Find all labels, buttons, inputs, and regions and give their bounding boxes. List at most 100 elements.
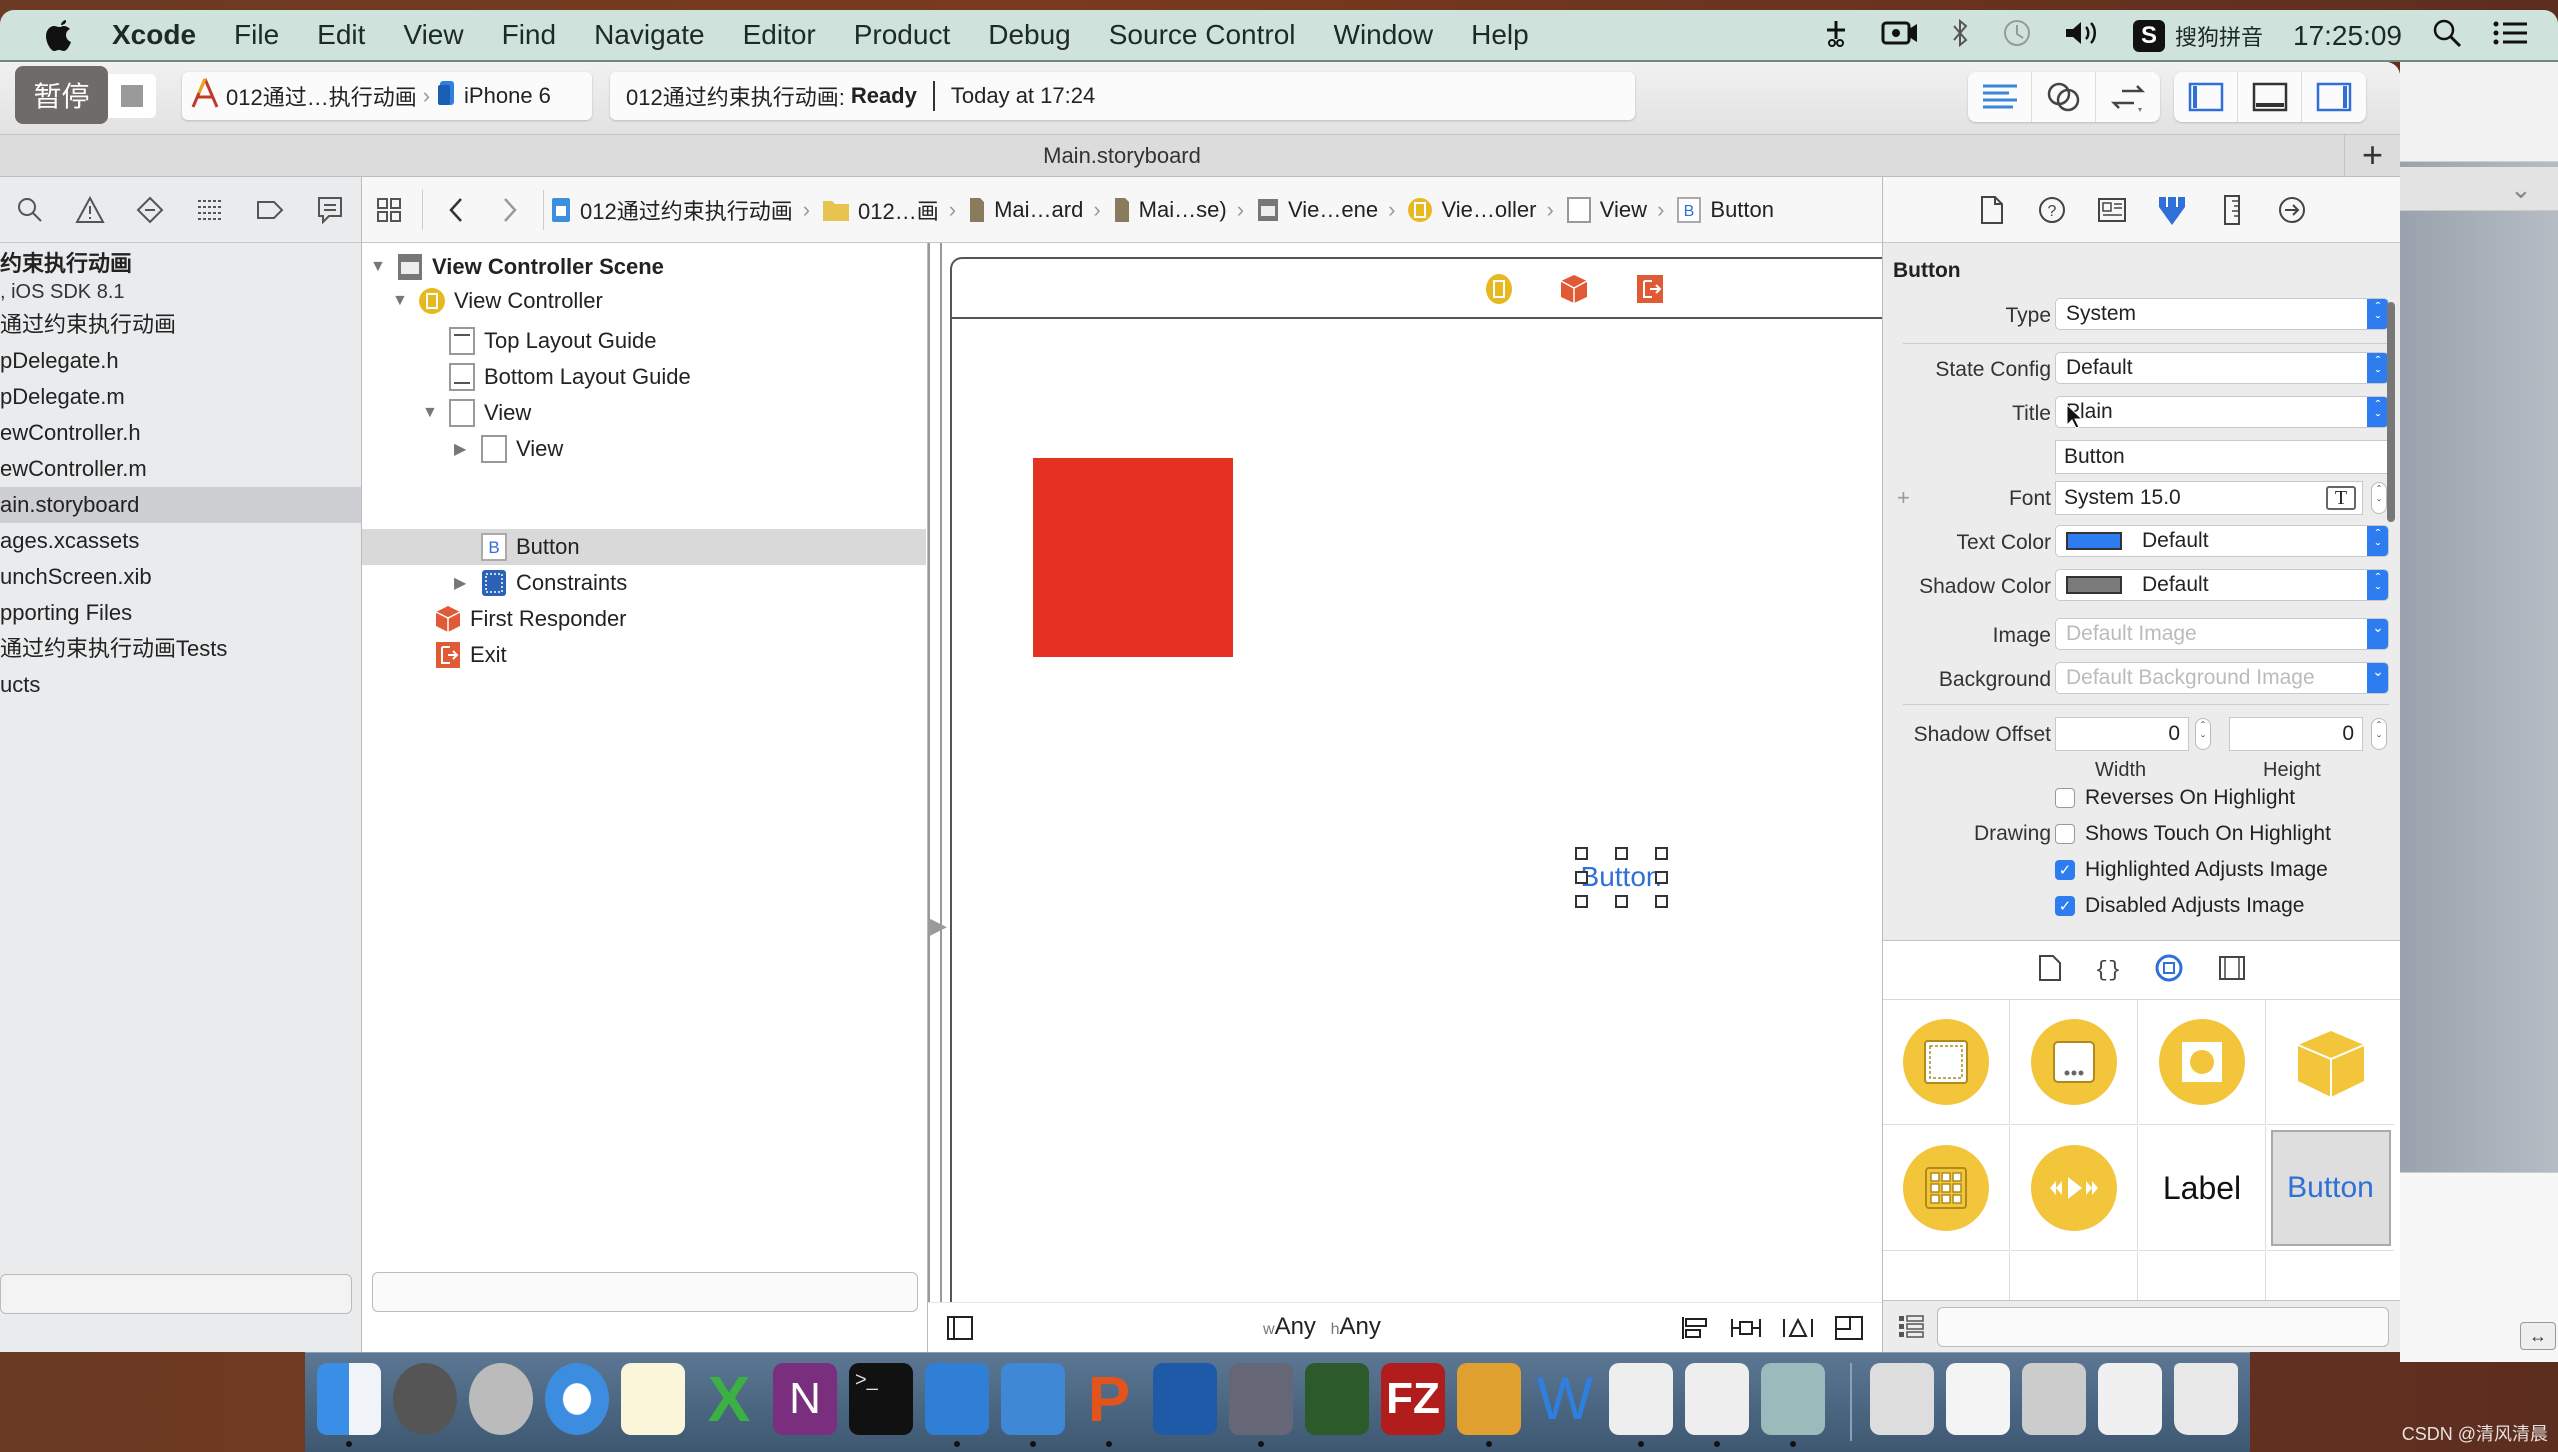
file-item-viewcontroller-m[interactable]: ewController.m <box>0 451 361 487</box>
file-item-project[interactable]: 约束执行动画 <box>0 249 361 279</box>
dock-system-preferences-icon[interactable] <box>393 1363 457 1435</box>
view-controller-scene[interactable]: Button <box>950 257 1890 1352</box>
shadow-offset-height-field[interactable]: 0 <box>2229 717 2363 751</box>
breadcrumb-group[interactable]: 012…画 <box>822 194 939 226</box>
media-library-icon[interactable] <box>2218 955 2246 986</box>
resizing-behavior-icon[interactable] <box>1834 1315 1864 1346</box>
dock-filezilla-icon[interactable]: FZ <box>1381 1363 1445 1435</box>
outline-row-constraints[interactable]: ▶ Constraints <box>454 565 627 601</box>
breadcrumb-scene[interactable]: Vie…ene <box>1256 197 1378 223</box>
exit-icon[interactable] <box>1635 273 1665 305</box>
resize-handle[interactable] <box>1655 895 1668 908</box>
resize-handle[interactable] <box>1575 895 1588 908</box>
file-item-viewcontroller-h[interactable]: ewController.h <box>0 415 361 451</box>
tab-main-storyboard[interactable]: Main.storyboard <box>0 135 2244 177</box>
identity-inspector-icon[interactable] <box>2093 197 2131 223</box>
dock-app-store-doc-icon[interactable] <box>1609 1363 1673 1435</box>
resolve-issues-icon[interactable] <box>1782 1315 1814 1346</box>
warning-icon[interactable] <box>60 195 120 224</box>
list-view-toggle-icon[interactable] <box>1897 1313 1925 1344</box>
file-item-appdelegate-h[interactable]: pDelegate.h <box>0 343 361 379</box>
title-text-field[interactable]: Button <box>2055 440 2389 474</box>
related-items-icon[interactable] <box>362 197 416 223</box>
stop-button[interactable] <box>108 74 156 118</box>
forward-button[interactable] <box>483 196 537 224</box>
scheme-selector[interactable]: 012通过…执行动画 › iPhone 6 <box>182 72 592 120</box>
library-item-storyboard-reference[interactable] <box>2011 1000 2138 1125</box>
outline-row-top-layout-guide[interactable]: Top Layout Guide <box>448 323 656 359</box>
dock-xcode-doc-icon[interactable] <box>1685 1363 1749 1435</box>
debug-list-icon[interactable] <box>180 198 240 222</box>
shadow-offset-height-stepper[interactable]: ˆˇ <box>2371 718 2387 750</box>
standard-editor-button[interactable] <box>1968 72 2032 122</box>
font-size-stepper[interactable]: ˆˇ <box>2371 482 2387 514</box>
notification-center-icon[interactable] <box>2492 19 2528 54</box>
checkbox-icon[interactable] <box>2055 788 2075 808</box>
breadcrumb-storyboard-base[interactable]: Mai…se) <box>1113 196 1227 224</box>
input-method-menu[interactable]: S 搜狗拼音 <box>2132 20 2263 52</box>
menu-view[interactable]: View <box>403 19 463 51</box>
file-template-library-icon[interactable] <box>2038 954 2062 987</box>
outline-row-button[interactable]: B Button <box>480 529 580 565</box>
red-view[interactable] <box>1033 458 1233 657</box>
outline-row-view-controller[interactable]: ▼ View Controller <box>392 283 603 319</box>
breakpoint-icon[interactable] <box>240 200 300 220</box>
dock-screenshot-tool-icon[interactable] <box>1153 1363 1217 1435</box>
font-field[interactable]: System 15.0 T <box>2055 481 2363 515</box>
breadcrumb-project[interactable]: 012通过约束执行动画 <box>550 194 793 226</box>
back-button[interactable] <box>429 196 483 224</box>
resize-handle[interactable] <box>1575 847 1588 860</box>
dock-launchpad-icon[interactable] <box>469 1363 533 1435</box>
inspector-scrollbar[interactable] <box>2387 302 2395 522</box>
library-item-collection-view-controller[interactable] <box>1883 1126 2010 1251</box>
font-picker-icon[interactable]: T <box>2326 486 2356 510</box>
outline-row-subview[interactable]: ▶ View <box>454 431 563 467</box>
outline-row-bottom-layout-guide[interactable]: Bottom Layout Guide <box>448 359 691 395</box>
disclosure-open-icon[interactable]: ▼ <box>370 258 388 276</box>
toggle-outline-icon[interactable] <box>946 1315 974 1346</box>
library-item-view-controller[interactable] <box>1883 1000 2010 1125</box>
checkbox-icon[interactable] <box>2055 824 2075 844</box>
shows-touch-on-highlight-checkbox[interactable]: Shows Touch On Highlight <box>2055 822 2331 846</box>
menu-xcode[interactable]: Xcode <box>112 19 196 51</box>
screen-record-icon[interactable] <box>1881 19 1919 54</box>
reverses-on-highlight-checkbox[interactable]: Reverses On Highlight <box>2055 786 2295 810</box>
resize-handle[interactable] <box>1655 871 1668 884</box>
breadcrumb-view-controller[interactable]: Vie…oller <box>1407 197 1536 223</box>
expand-outline-icon[interactable]: ▶ <box>930 913 947 939</box>
assistant-editor-button[interactable] <box>2032 72 2096 122</box>
dock-finder-icon[interactable] <box>317 1363 381 1435</box>
menu-navigate[interactable]: Navigate <box>594 19 705 51</box>
report-icon[interactable] <box>300 196 360 224</box>
state-config-popup[interactable]: Default ˆˇ <box>2055 352 2389 384</box>
dock-powerpoint-icon[interactable]: P <box>1077 1363 1141 1435</box>
menu-product[interactable]: Product <box>854 19 951 51</box>
library-item-label[interactable]: Label <box>2139 1126 2266 1251</box>
disclosure-open-icon[interactable]: ▼ <box>422 404 440 422</box>
time-machine-icon[interactable] <box>2001 17 2033 56</box>
bluetooth-icon[interactable] <box>1949 18 1971 55</box>
disclosure-open-icon[interactable]: ▼ <box>392 292 410 310</box>
dock-imovie-icon[interactable] <box>1229 1363 1293 1435</box>
file-inspector-icon[interactable] <box>1973 195 2011 225</box>
menu-file[interactable]: File <box>234 19 279 51</box>
outline-collapse-handle[interactable] <box>928 243 942 1352</box>
library-filter-field[interactable] <box>1937 1307 2389 1347</box>
quick-help-icon[interactable]: ? <box>2033 196 2071 224</box>
pin-icon[interactable] <box>1730 1315 1762 1346</box>
spotlight-search-icon[interactable] <box>2432 18 2462 55</box>
type-popup[interactable]: System ˆˇ <box>2055 298 2389 330</box>
add-tab-button[interactable]: + <box>2344 135 2400 177</box>
dock-terminal-icon[interactable]: >_ <box>849 1363 913 1435</box>
menu-help[interactable]: Help <box>1471 19 1529 51</box>
checkbox-icon[interactable]: ✓ <box>2055 896 2075 916</box>
disclosure-closed-icon[interactable]: ▶ <box>454 439 472 459</box>
menu-editor[interactable]: Editor <box>743 19 816 51</box>
menu-debug[interactable]: Debug <box>988 19 1071 51</box>
dock-minimized-window-4[interactable] <box>2098 1363 2162 1435</box>
menu-source-control[interactable]: Source Control <box>1109 19 1296 51</box>
file-item-tests[interactable]: 通过约束执行动画Tests <box>0 631 361 667</box>
fullscreen-icon[interactable]: ↔ <box>2520 1322 2556 1350</box>
library-item-object[interactable] <box>2267 1000 2394 1125</box>
library-item-glkit-view-controller[interactable] <box>2139 1000 2266 1125</box>
